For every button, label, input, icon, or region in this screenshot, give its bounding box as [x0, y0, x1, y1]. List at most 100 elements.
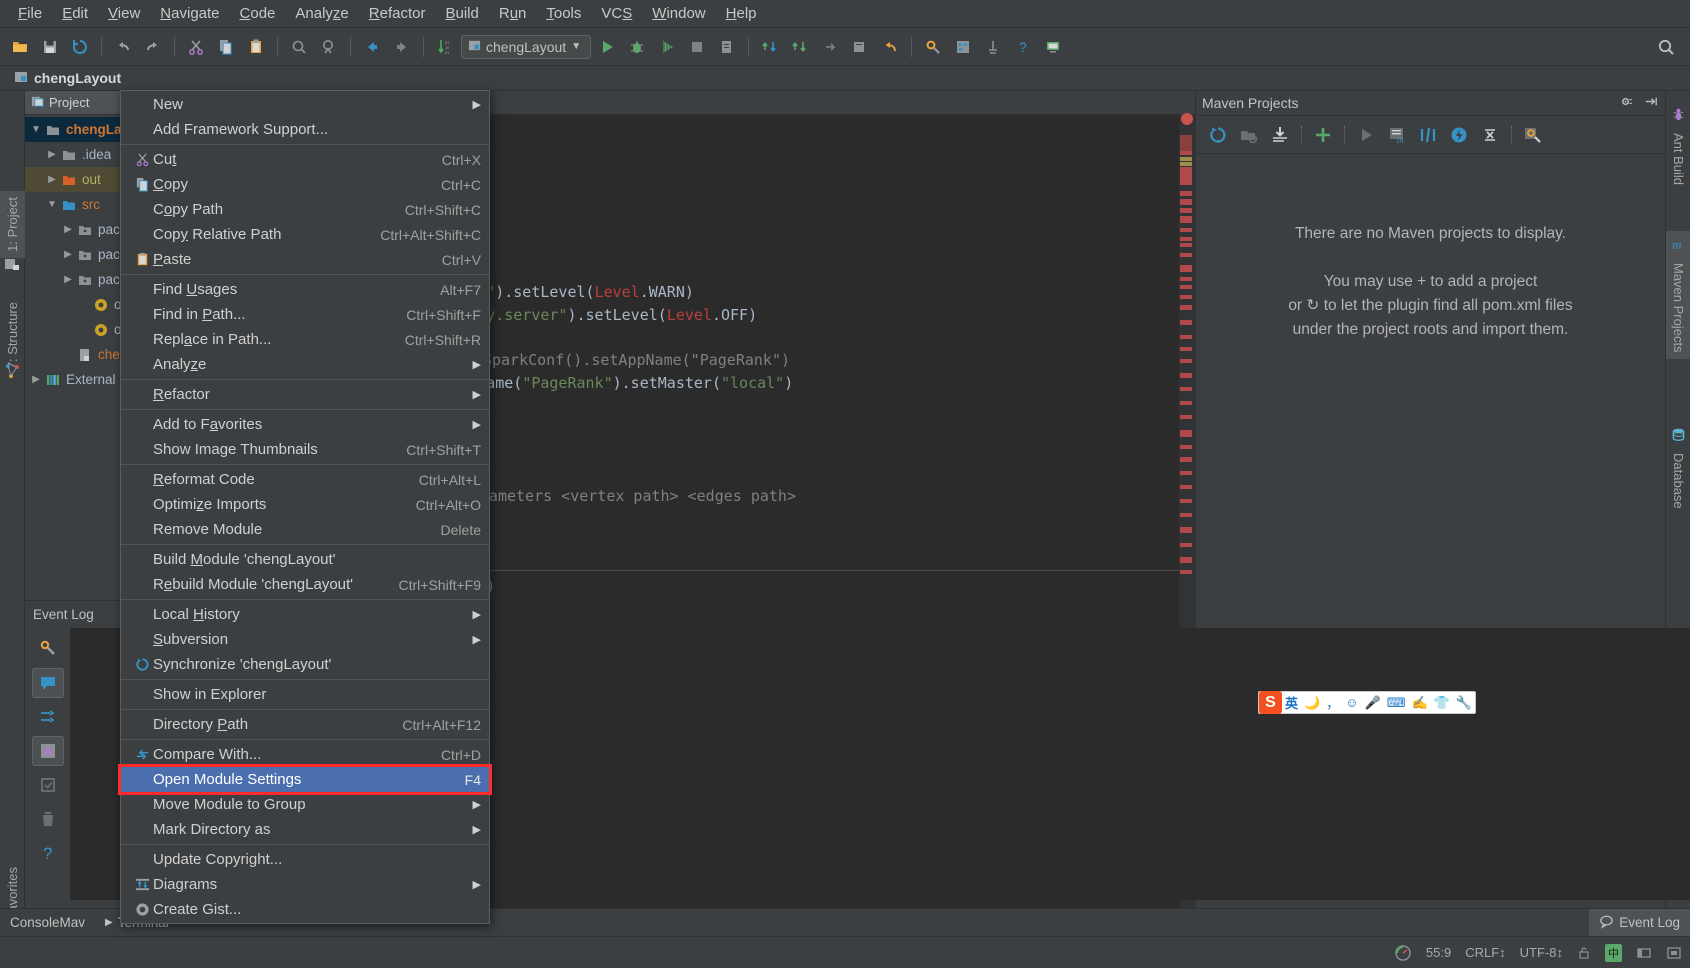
error-stripe-mark[interactable] [1180, 162, 1192, 166]
error-stripe-mark[interactable] [1180, 135, 1192, 151]
context-menu-item-find-usages[interactable]: Find UsagesAlt+F7 [121, 277, 489, 302]
hide-tool-windows-icon[interactable] [1636, 945, 1652, 961]
toggle-skip-test-icon[interactable] [1414, 121, 1442, 149]
help-icon[interactable]: ? [1009, 33, 1037, 61]
download-sources-icon[interactable] [1266, 121, 1294, 149]
error-stripe-mark[interactable] [1180, 208, 1192, 213]
file-encoding[interactable]: UTF-8↕ [1520, 945, 1563, 960]
show-balloons-icon[interactable] [32, 668, 64, 698]
menu-view[interactable]: View [98, 2, 150, 25]
ime-punctuation-icon[interactable]: ， [1323, 693, 1342, 712]
context-menu-item-new[interactable]: New▶ [121, 92, 489, 117]
error-stripe-mark[interactable] [1180, 151, 1192, 155]
error-stripe-top-icon[interactable] [1181, 113, 1193, 125]
caret-position[interactable]: 55:9 [1426, 945, 1451, 960]
chevron-down-icon[interactable]: ▼ [29, 124, 43, 135]
project-structure-icon[interactable] [949, 33, 977, 61]
error-stripe-mark[interactable] [1180, 335, 1192, 339]
error-stripe-mark[interactable] [1180, 543, 1192, 547]
vcs-update-icon[interactable] [816, 33, 844, 61]
trash-icon[interactable] [32, 804, 64, 834]
context-menu-item-copy-path[interactable]: Copy PathCtrl+Shift+C [121, 197, 489, 222]
copy-icon[interactable] [212, 33, 240, 61]
context-menu-item-show-image-thumbnails[interactable]: Show Image ThumbnailsCtrl+Shift+T [121, 437, 489, 462]
commit-icon[interactable] [786, 33, 814, 61]
run-icon[interactable] [593, 33, 621, 61]
tree-node[interactable]: object1 [25, 292, 135, 317]
paste-icon[interactable] [242, 33, 270, 61]
find-icon[interactable] [285, 33, 313, 61]
error-stripe-mark[interactable] [1180, 191, 1192, 196]
error-stripe-mark[interactable] [1180, 457, 1192, 462]
error-stripe-mark[interactable] [1180, 237, 1192, 241]
right-tab-database[interactable]: Database [1666, 421, 1690, 515]
error-stripe-mark[interactable] [1180, 387, 1192, 391]
chevron-right-icon[interactable]: ▶ [29, 374, 43, 385]
update-project-icon[interactable] [756, 33, 784, 61]
error-stripe-mark[interactable] [1180, 253, 1192, 257]
run-maven-goal-icon[interactable] [1352, 121, 1380, 149]
menu-navigate[interactable]: Navigate [150, 2, 229, 25]
menu-file[interactable]: File [8, 2, 52, 25]
context-menu-item-rebuild-module-chenglayout[interactable]: Rebuild Module 'chengLayout'Ctrl+Shift+F… [121, 572, 489, 597]
context-menu-item-reformat-code[interactable]: Reformat CodeCtrl+Alt+L [121, 467, 489, 492]
undo-icon[interactable] [109, 33, 137, 61]
ime-language-toggle[interactable]: 英 [1282, 693, 1301, 712]
error-stripe-mark[interactable] [1180, 445, 1192, 449]
group-by-type-icon[interactable] [32, 702, 64, 732]
open-folder-icon[interactable] [6, 33, 34, 61]
event-log-button[interactable]: Event Log [1589, 909, 1690, 936]
desktop-icon[interactable] [1039, 33, 1067, 61]
context-menu-item-update-copyright[interactable]: Update Copyright... [121, 847, 489, 872]
error-stripe-mark[interactable] [1180, 373, 1192, 378]
menu-analyze[interactable]: Analyze [285, 2, 358, 25]
sogou-logo-icon[interactable]: S [1259, 691, 1282, 714]
context-menu-item-open-module-settings[interactable]: Open Module SettingsF4 [121, 767, 489, 792]
error-stripe-mark[interactable] [1180, 285, 1192, 289]
profile-icon[interactable] [713, 33, 741, 61]
chevron-right-icon[interactable]: ▶ [61, 224, 75, 235]
search-everywhere-icon[interactable] [1652, 33, 1680, 61]
error-stripe-mark[interactable] [1180, 320, 1192, 325]
error-stripe-mark[interactable] [1180, 430, 1192, 437]
context-menu-item-show-in-explorer[interactable]: Show in Explorer [121, 682, 489, 707]
tree-node[interactable]: ▶External Libraries [25, 367, 135, 392]
rollback-icon[interactable] [876, 33, 904, 61]
add-maven-project-icon[interactable] [1309, 121, 1337, 149]
cut-icon[interactable] [182, 33, 210, 61]
vcs-history-icon[interactable] [846, 33, 874, 61]
error-stripe-mark[interactable] [1180, 513, 1192, 517]
error-stripe-mark[interactable] [1180, 277, 1192, 281]
tree-node[interactable]: ▶package1 [25, 217, 135, 242]
context-menu-item-analyze[interactable]: Analyze▶ [121, 352, 489, 377]
tree-node[interactable]: object2 [25, 317, 135, 342]
debug-icon[interactable] [623, 33, 651, 61]
left-tab-project[interactable]: 1: Project [0, 191, 25, 258]
menu-help[interactable]: Help [716, 2, 767, 25]
toggle-offline-icon[interactable] [1445, 121, 1473, 149]
ime-emoji-icon[interactable]: ☺ [1342, 695, 1361, 710]
save-all-icon[interactable] [36, 33, 64, 61]
scroll-to-end-icon[interactable] [32, 736, 64, 766]
tree-node[interactable]: ▼chengLayout [25, 117, 135, 142]
tree-node[interactable]: chengLayout.iml [25, 342, 135, 367]
context-menu-item-compare-with[interactable]: Compare With...Ctrl+D [121, 742, 489, 767]
error-stripe-mark[interactable] [1180, 243, 1192, 247]
error-stripe-mark[interactable] [1180, 499, 1192, 503]
tree-node[interactable]: ▶.idea [25, 142, 135, 167]
context-menu-item-add-to-favorites[interactable]: Add to Favorites▶ [121, 412, 489, 437]
context-menu-item-synchronize-chenglayout[interactable]: Synchronize 'chengLayout' [121, 652, 489, 677]
back-icon[interactable] [358, 33, 386, 61]
chevron-right-icon[interactable]: ▶ [45, 174, 59, 185]
chevron-right-icon[interactable]: ▶ [61, 249, 75, 260]
forward-icon[interactable] [388, 33, 416, 61]
context-menu-item-paste[interactable]: PasteCtrl+V [121, 247, 489, 272]
context-menu-item-cut[interactable]: CutCtrl+X [121, 147, 489, 172]
chevron-right-icon[interactable]: ▶ [45, 149, 59, 160]
context-menu-item-mark-directory-as[interactable]: Mark Directory as▶ [121, 817, 489, 842]
error-stripe-mark[interactable] [1180, 167, 1192, 185]
error-stripe-mark[interactable] [1180, 199, 1192, 205]
menu-window[interactable]: Window [642, 2, 715, 25]
context-menu-item-refactor[interactable]: Refactor▶ [121, 382, 489, 407]
lock-icon[interactable] [1577, 946, 1591, 960]
